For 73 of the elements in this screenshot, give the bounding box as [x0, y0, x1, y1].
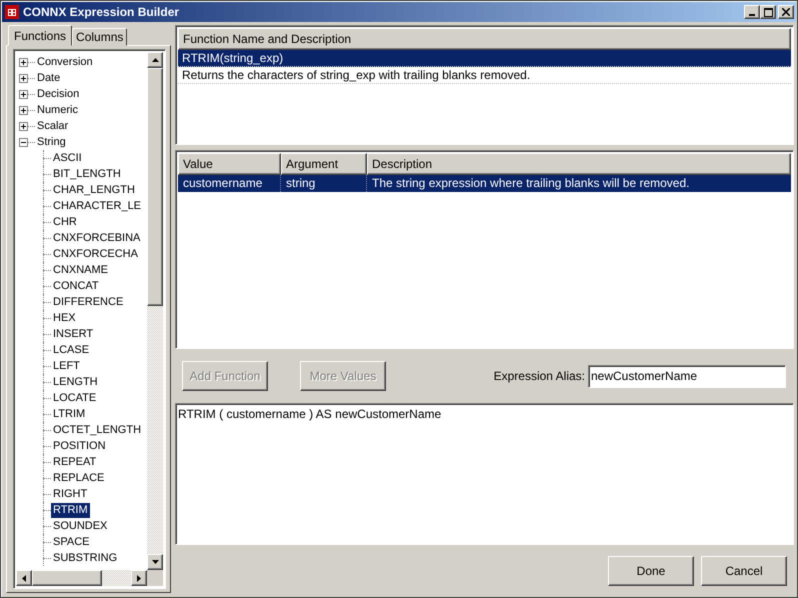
scroll-up-button[interactable]	[147, 52, 163, 68]
table-cell-text: The string expression where trailing blanks will be removed.	[371, 175, 690, 192]
expander-icon[interactable]	[19, 58, 28, 66]
tree-item[interactable]: Decision	[35, 86, 82, 102]
tree-item[interactable]: LTRIM	[51, 406, 88, 422]
tree-item[interactable]: OCTET_LENGTH	[51, 422, 144, 438]
tree-item[interactable]: CNXFORCEBINA	[51, 230, 142, 246]
close-icon	[782, 8, 790, 16]
dialog-button[interactable]: Cancel	[701, 556, 787, 586]
expression-field[interactable]: RTRIM ( customername ) AS newCustomerName	[175, 403, 794, 545]
expander-icon[interactable]	[19, 122, 28, 130]
maximize-icon	[764, 8, 772, 16]
tree-item[interactable]: CHARACTER_LE	[51, 198, 144, 214]
up-arrow-icon	[152, 58, 158, 62]
tree-item[interactable]: Scalar	[35, 118, 70, 134]
down-arrow-icon	[152, 560, 158, 564]
column-header[interactable]: Value	[178, 153, 281, 175]
table-row[interactable]: customername string The string expression where trailing blanks will be removed.	[178, 175, 791, 192]
maximize-button[interactable]	[760, 5, 776, 19]
table-cell: customername	[178, 175, 281, 192]
tree-item[interactable]: Date	[35, 70, 62, 86]
tree-item[interactable]: DIFFERENCE	[51, 294, 126, 310]
scrollbar-thumb[interactable]	[147, 68, 163, 306]
tree-item[interactable]: Conversion	[35, 54, 95, 70]
app-icon	[5, 5, 19, 19]
right-arrow-icon	[137, 574, 141, 582]
column-header[interactable]: Argument	[281, 153, 367, 175]
tree-item[interactable]: REPLACE	[51, 470, 106, 486]
tree-item[interactable]: SUBSTRING	[51, 550, 120, 566]
tree-item[interactable]: HEX	[51, 310, 78, 326]
tree-item[interactable]: LENGTH	[51, 374, 100, 390]
scroll-down-button[interactable]	[147, 554, 163, 570]
tree-item[interactable]: INSERT	[51, 326, 96, 342]
tree-item[interactable]: CONCAT	[51, 278, 101, 294]
tree-item[interactable]: SOUNDEX	[51, 518, 110, 534]
function-list-row[interactable]: Returns the characters of string_exp with trailing blanks removed.	[178, 67, 791, 84]
tree-item[interactable]: SPACE	[51, 534, 92, 550]
dialog-button[interactable]: Done	[608, 556, 694, 586]
column-header[interactable]: Function Name and Description	[178, 28, 791, 50]
alias-label: Expression Alias:	[494, 369, 585, 383]
tree-item[interactable]: CNXFORCECHA	[51, 246, 140, 262]
tree-item[interactable]: LCASE	[51, 342, 92, 358]
expander-icon[interactable]	[19, 106, 28, 114]
tree-item[interactable]: POSITION	[51, 438, 108, 454]
table-cell: string	[281, 175, 367, 192]
left-arrow-icon	[22, 574, 26, 582]
tree-item[interactable]: CHAR_LENGTH	[51, 182, 137, 198]
function-list-row[interactable]: RTRIM(string_exp)	[178, 50, 791, 67]
tree-item[interactable]: String	[35, 134, 68, 150]
scroll-right-button[interactable]	[131, 570, 147, 586]
tree-item[interactable]: RTRIM	[51, 502, 90, 518]
alias-field[interactable]: newCustomerName	[588, 364, 786, 388]
tree-item[interactable]: BIT_LENGTH	[51, 166, 123, 182]
tree-item[interactable]: Numeric	[35, 102, 80, 118]
tree-item[interactable]: ASCII	[51, 150, 84, 166]
expander-icon[interactable]	[19, 74, 28, 82]
column-header[interactable]: Description	[367, 153, 791, 175]
tree-item[interactable]: REPEAT	[51, 454, 98, 470]
tree-item[interactable]: LOCATE	[51, 390, 98, 406]
scroll-left-button[interactable]	[16, 570, 32, 586]
scrollbar-thumb[interactable]	[32, 570, 102, 586]
tree-item[interactable]: CHR	[51, 214, 79, 230]
tree-item[interactable]: CNXNAME	[51, 262, 110, 278]
scrollbar-corner	[147, 570, 163, 586]
tab[interactable]: Columns	[72, 28, 128, 46]
close-button[interactable]	[778, 5, 794, 19]
tree-item[interactable]: RIGHT	[51, 486, 90, 502]
minimize-button[interactable]	[744, 5, 760, 19]
expander-icon[interactable]	[19, 138, 28, 146]
tab[interactable]: Functions	[8, 25, 72, 46]
tree-item[interactable]: LEFT	[51, 358, 82, 374]
window-title: CONNX Expression Builder	[23, 5, 180, 19]
expander-icon[interactable]	[19, 90, 28, 98]
